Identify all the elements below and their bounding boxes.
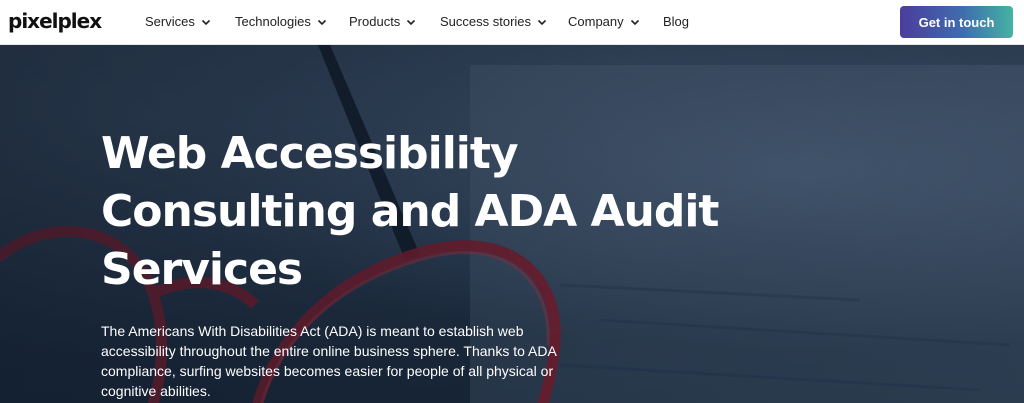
nav-item-products[interactable]: Products: [349, 14, 417, 30]
hero-title-line: Web Accessibility: [101, 128, 519, 179]
nav-item-blog[interactable]: Blog: [663, 14, 689, 30]
chevron-down-icon: [407, 19, 416, 26]
pixelplex-logo[interactable]: pixelplex: [8, 9, 102, 33]
nav-item-label: Success stories: [440, 14, 532, 29]
nav-item-technologies[interactable]: Technologies: [235, 14, 328, 30]
hero-title-line: Consulting and ADA Audit: [101, 186, 719, 237]
hero-section: Web Accessibility Consulting and ADA Aud…: [0, 45, 1024, 403]
chevron-down-icon: [201, 19, 210, 26]
chevron-down-icon: [630, 19, 639, 26]
nav-item-success-stories[interactable]: Success stories: [440, 14, 548, 30]
nav-item-label: Blog: [663, 14, 690, 29]
nav-item-label: Technologies: [235, 14, 311, 29]
top-navbar: pixelplex Services Technologies Products…: [0, 0, 1024, 45]
hero-description: The Americans With Disabilities Act (ADA…: [101, 323, 557, 399]
nav-item-services[interactable]: Services: [145, 14, 212, 30]
nav-item-company[interactable]: Company: [568, 14, 641, 30]
nav-item-label: Services: [145, 14, 195, 29]
get-in-touch-button[interactable]: Get in touch: [900, 6, 1013, 38]
chevron-down-icon: [317, 19, 326, 26]
nav-item-label: Company: [568, 14, 624, 29]
hero-title-line: Services: [101, 244, 303, 295]
chevron-down-icon: [537, 19, 547, 26]
nav-item-label: Products: [349, 14, 401, 29]
hero-title: Web Accessibility Consulting and ADA Aud…: [101, 125, 801, 299]
